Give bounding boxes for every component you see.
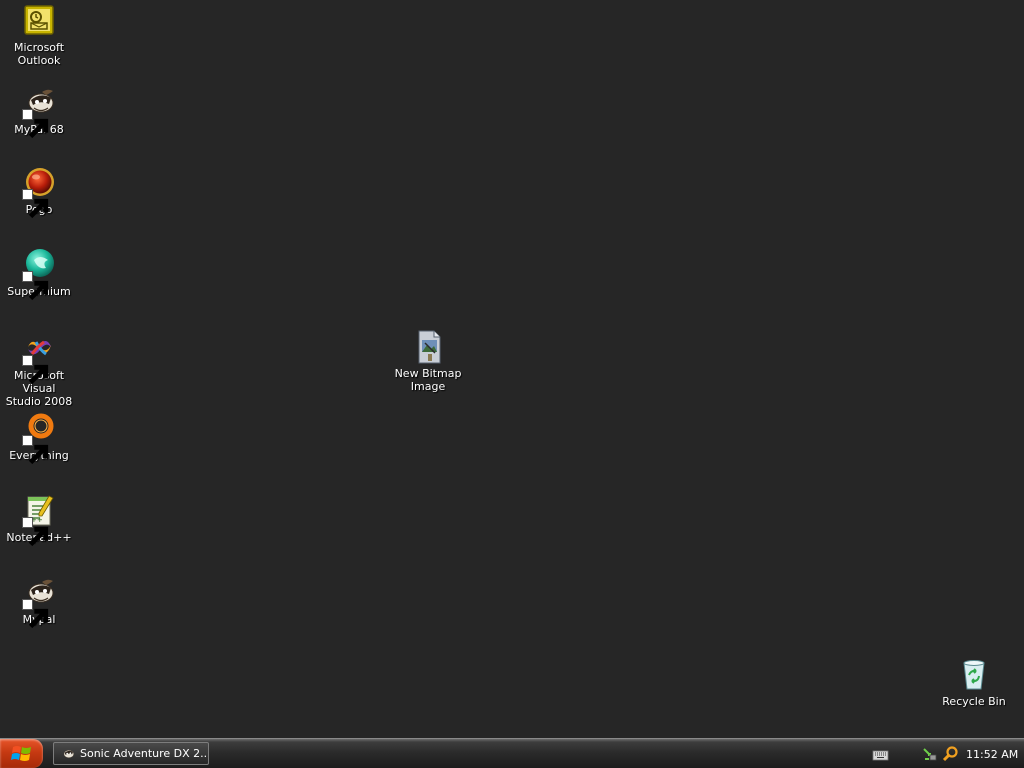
keyboard-icon[interactable] — [872, 747, 889, 761]
desktop-icon-everything[interactable]: Everything — [0, 412, 78, 465]
mypal-raccoon-icon — [63, 749, 74, 758]
network-icon[interactable] — [922, 746, 938, 762]
shortcut-arrow-icon — [22, 189, 49, 219]
desktop-icon-mypal-68[interactable]: MyPal 68 — [0, 86, 78, 139]
desktop-icon-label: Recycle Bin — [942, 695, 1006, 708]
desktop-icon-recycle-bin[interactable]: Recycle Bin — [935, 658, 1013, 708]
desktop-icon-label: Microsoft Outlook — [13, 41, 65, 67]
taskbar-button-sonic-adventure[interactable]: Sonic Adventure DX 2... — [53, 742, 209, 765]
shortcut-arrow-icon — [22, 435, 49, 465]
system-tray: 11:52 AM — [918, 741, 1024, 767]
desktop-icon-notepad-plus-plus[interactable]: ++ Notepad++ — [0, 494, 78, 547]
desktop-icon-mypal[interactable]: Mypal — [0, 576, 78, 629]
desktop-icon-visual-studio-2008[interactable]: Microsoft Visual Studio 2008 — [0, 332, 78, 408]
mypal-raccoon-icon — [22, 86, 56, 139]
desktop[interactable]: Microsoft Outlook MyPal 68 Pego Supermiu… — [0, 0, 1024, 738]
recycle-bin-icon — [957, 658, 991, 692]
desktop-icon-microsoft-outlook[interactable]: Microsoft Outlook — [0, 4, 78, 67]
desktop-icon-pego[interactable]: Pego — [0, 166, 78, 219]
windows-logo-icon — [10, 745, 31, 761]
shortcut-arrow-icon — [22, 271, 49, 301]
supermium-icon — [22, 248, 56, 301]
shortcut-arrow-icon — [22, 599, 49, 629]
desktop-icon-new-bitmap-image[interactable]: New Bitmap Image — [389, 330, 467, 393]
desktop-icon-supermium[interactable]: Supermium — [0, 248, 78, 301]
search-icon[interactable] — [942, 746, 958, 762]
notepad-plus-plus-icon: ++ — [22, 494, 56, 547]
outlook-icon — [22, 4, 56, 38]
shortcut-arrow-icon — [22, 517, 49, 547]
mypal-raccoon-icon — [22, 576, 56, 629]
everything-icon — [22, 412, 56, 465]
visual-studio-icon — [22, 332, 56, 385]
bitmap-file-icon — [411, 330, 445, 364]
pego-icon — [22, 166, 56, 219]
shortcut-arrow-icon — [22, 355, 49, 385]
taskbar-button-label: Sonic Adventure DX 2... — [80, 747, 209, 760]
shortcut-arrow-icon — [22, 109, 49, 139]
taskbar: Sonic Adventure DX 2... 11:52 AM — [0, 738, 1024, 768]
desktop-icon-label: New Bitmap Image — [394, 367, 462, 393]
start-button[interactable] — [0, 739, 43, 768]
clock[interactable]: 11:52 AM — [966, 748, 1018, 761]
